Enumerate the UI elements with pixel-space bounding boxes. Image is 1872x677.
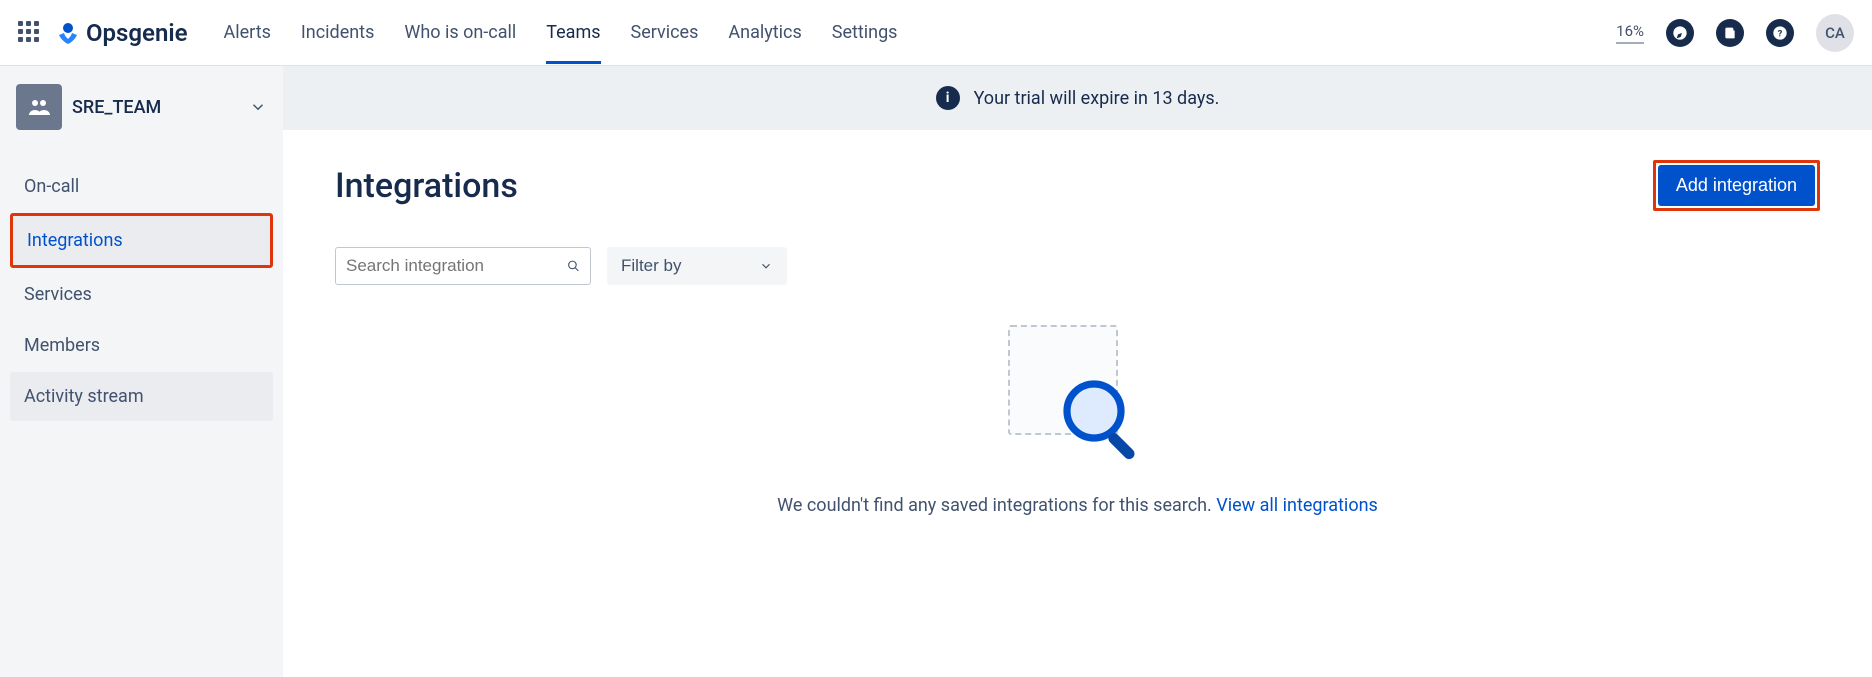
nav-settings[interactable]: Settings bbox=[832, 2, 898, 64]
search-integration[interactable] bbox=[335, 247, 591, 285]
view-all-link[interactable]: View all integrations bbox=[1216, 495, 1378, 516]
avatar[interactable]: CA bbox=[1816, 14, 1854, 52]
sidebar-item-services[interactable]: Services bbox=[10, 270, 273, 319]
magnifier-icon bbox=[1058, 375, 1148, 465]
empty-text-row: We couldn't find any saved integrations … bbox=[335, 495, 1820, 516]
empty-illustration bbox=[1008, 325, 1148, 465]
main: i Your trial will expire in 13 days. Int… bbox=[283, 66, 1872, 677]
banner-text: Your trial will expire in 13 days. bbox=[974, 88, 1220, 109]
svg-text:?: ? bbox=[1778, 28, 1783, 39]
nav-services[interactable]: Services bbox=[631, 2, 699, 64]
add-integration-button[interactable]: Add integration bbox=[1658, 165, 1815, 206]
opsgenie-icon bbox=[56, 21, 80, 45]
top-nav: Opsgenie Alerts Incidents Who is on-call… bbox=[0, 0, 1872, 66]
chevron-down-icon bbox=[759, 259, 773, 273]
info-icon: i bbox=[936, 86, 960, 110]
add-integration-highlight: Add integration bbox=[1653, 160, 1820, 211]
empty-message: We couldn't find any saved integrations … bbox=[777, 495, 1216, 516]
nav-links: Alerts Incidents Who is on-call Teams Se… bbox=[224, 2, 898, 64]
sidebar-item-members[interactable]: Members bbox=[10, 321, 273, 370]
app-switcher-icon[interactable] bbox=[18, 21, 42, 45]
trial-banner: i Your trial will expire in 13 days. bbox=[283, 66, 1872, 130]
brand-name: Opsgenie bbox=[86, 19, 188, 47]
filter-label: Filter by bbox=[621, 256, 681, 276]
team-icon bbox=[16, 84, 62, 130]
nav-oncall[interactable]: Who is on-call bbox=[404, 2, 516, 64]
explore-icon[interactable] bbox=[1666, 19, 1694, 47]
brand-logo[interactable]: Opsgenie bbox=[56, 19, 188, 47]
sidebar-item-oncall[interactable]: On-call bbox=[10, 162, 273, 211]
search-icon bbox=[567, 256, 580, 276]
nav-incidents[interactable]: Incidents bbox=[301, 2, 374, 64]
content: Integrations Add integration Filter by bbox=[283, 130, 1872, 677]
nav-alerts[interactable]: Alerts bbox=[224, 2, 271, 64]
whatsnew-icon[interactable] bbox=[1716, 19, 1744, 47]
nav-analytics[interactable]: Analytics bbox=[728, 2, 801, 64]
search-input[interactable] bbox=[346, 256, 567, 276]
nav-teams[interactable]: Teams bbox=[546, 2, 600, 64]
setup-progress[interactable]: 16% bbox=[1616, 22, 1644, 44]
team-name: SRE_TEAM bbox=[72, 97, 239, 118]
help-icon[interactable]: ? bbox=[1766, 19, 1794, 47]
empty-state: We couldn't find any saved integrations … bbox=[335, 325, 1820, 516]
team-selector[interactable]: SRE_TEAM bbox=[10, 76, 273, 138]
sidebar-item-integrations[interactable]: Integrations bbox=[10, 213, 273, 268]
sidebar: SRE_TEAM On-call Integrations Services M… bbox=[0, 66, 283, 677]
chevron-down-icon bbox=[249, 98, 267, 116]
sidebar-item-activity[interactable]: Activity stream bbox=[10, 372, 273, 421]
page-title: Integrations bbox=[335, 166, 518, 206]
filter-by-dropdown[interactable]: Filter by bbox=[607, 247, 787, 285]
nav-right: 16% ? CA bbox=[1616, 14, 1854, 52]
